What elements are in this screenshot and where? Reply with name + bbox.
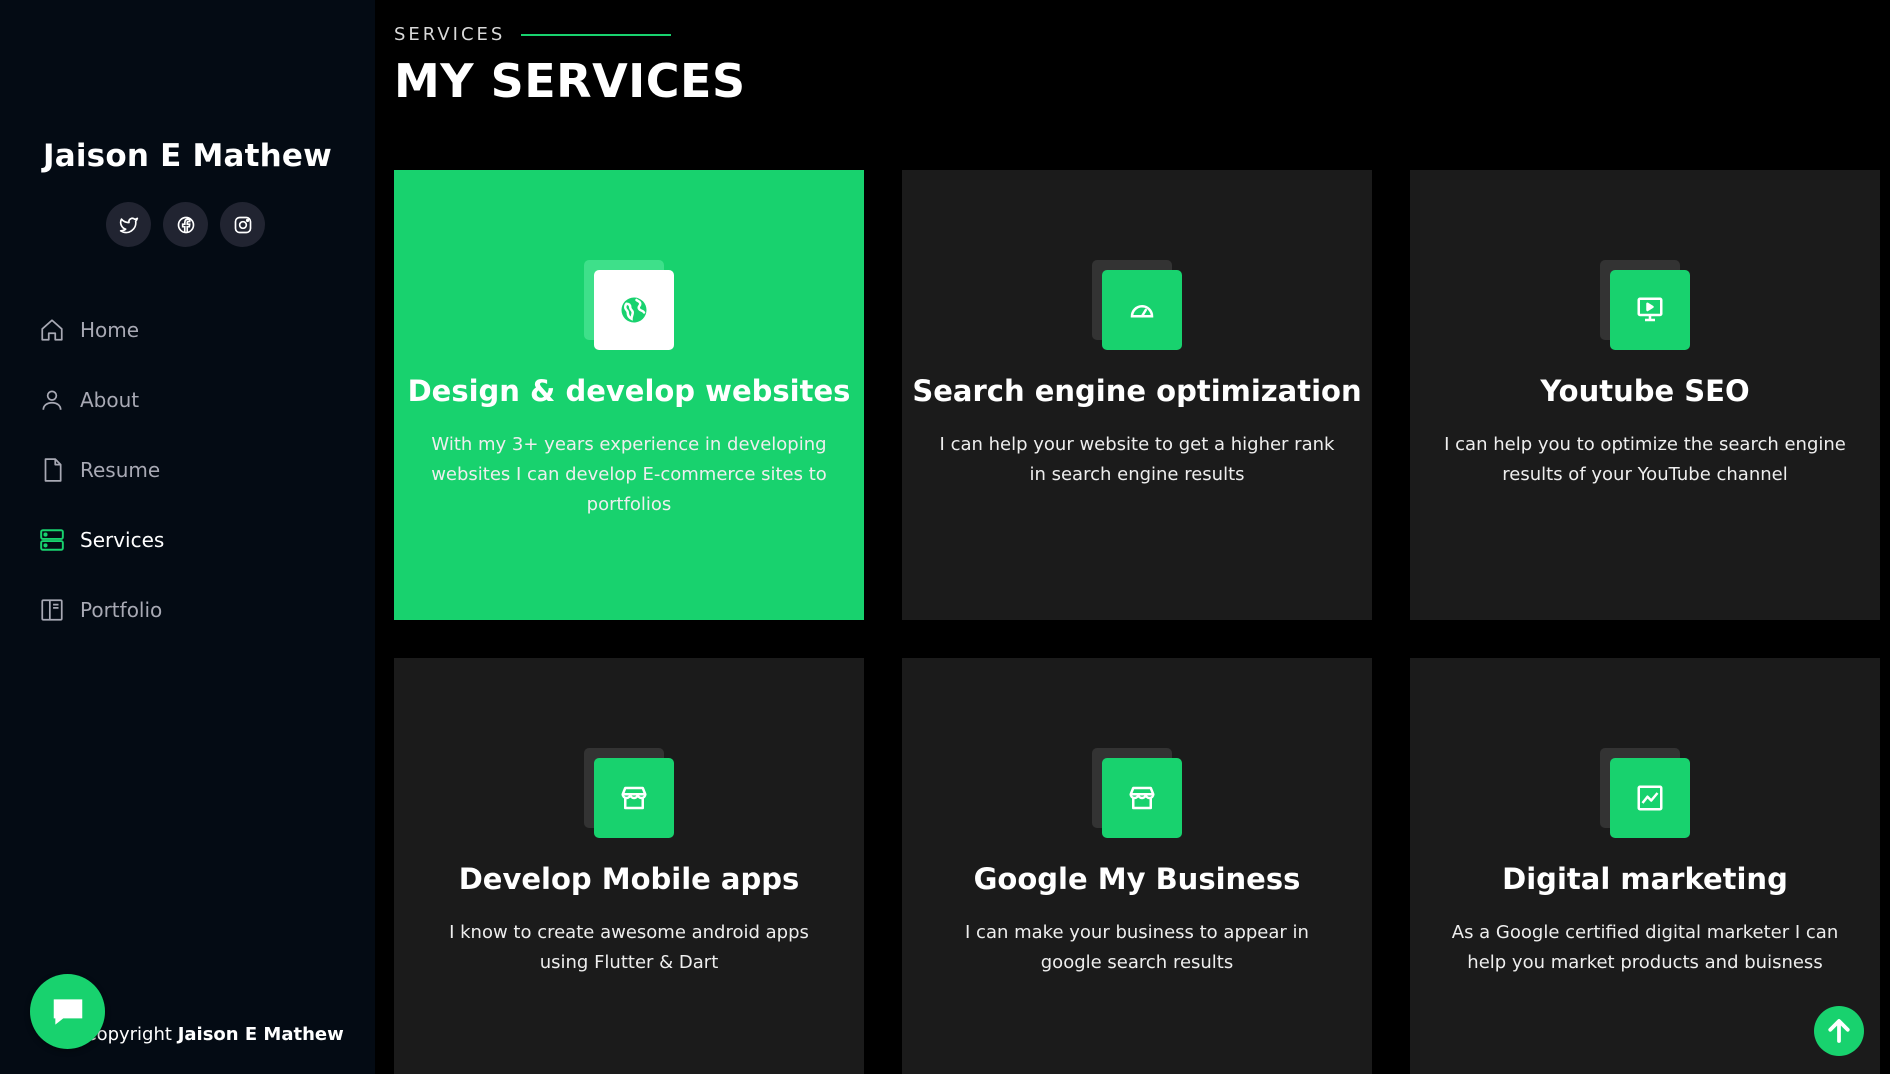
nav-label-home: Home <box>80 318 140 342</box>
service-description: I can make your business to appear in go… <box>965 922 1309 973</box>
nav-label-about: About <box>80 388 140 412</box>
site-name[interactable]: Jaison E Mathew <box>0 138 375 174</box>
service-title: Digital marketing <box>1502 862 1788 896</box>
file-icon <box>38 456 66 484</box>
service-icon-box <box>1600 748 1690 838</box>
service-icon-box <box>584 260 674 350</box>
server-icon <box>38 526 66 554</box>
shop-icon <box>621 786 647 810</box>
section-label: SERVICES <box>394 24 672 45</box>
nav-label-services: Services <box>80 528 165 552</box>
service-icon-box <box>584 748 674 838</box>
copyright-name: Jaison E Mathew <box>177 1024 344 1045</box>
nav-item-about[interactable]: About <box>38 365 338 435</box>
book-icon <box>38 596 66 624</box>
arrow-up-icon <box>1828 1019 1850 1043</box>
nav-menu: Home About Resume Services Portfolio <box>38 295 338 645</box>
display-icon <box>1637 297 1663 322</box>
service-title: Design & develop websites <box>407 374 851 408</box>
service-description: As a Google certified digital marketer I… <box>1451 922 1839 973</box>
service-description: With my 3+ years experience in developin… <box>431 434 827 515</box>
service-description: I can help your website to get a higher … <box>939 434 1335 485</box>
twitter-icon <box>119 217 138 233</box>
globe-icon <box>621 297 647 323</box>
instagram-link[interactable] <box>220 202 265 247</box>
nav-item-home[interactable]: Home <box>38 295 338 365</box>
shop-icon <box>1129 786 1155 810</box>
service-title: Youtube SEO <box>1540 374 1750 408</box>
section-label-line <box>521 33 672 36</box>
nav-label-portfolio: Portfolio <box>80 598 163 622</box>
service-card[interactable]: Develop Mobile apps I know to create awe… <box>394 658 864 1074</box>
copyright: Copyright Jaison E Mathew <box>84 1024 344 1045</box>
service-icon-box <box>1092 260 1182 350</box>
sidebar: Jaison E Mathew Home About Resume Servic… <box>0 0 375 1074</box>
service-card[interactable]: Google My Business I can make your busin… <box>902 658 1372 1074</box>
person-icon <box>38 386 66 414</box>
nav-item-services[interactable]: Services <box>38 505 338 575</box>
social-links <box>106 202 265 247</box>
graph-icon <box>1637 785 1663 811</box>
twitter-link[interactable] <box>106 202 151 247</box>
chat-button[interactable] <box>30 974 105 1049</box>
page-title: MY SERVICES <box>394 54 746 108</box>
speedometer-icon <box>1130 305 1154 318</box>
service-title: Develop Mobile apps <box>458 862 800 896</box>
section-label-text: SERVICES <box>394 24 506 45</box>
home-icon <box>38 316 66 344</box>
service-icon-box <box>1092 748 1182 838</box>
service-card[interactable]: Youtube SEO I can help you to optimize t… <box>1410 170 1880 620</box>
back-to-top-button[interactable] <box>1814 1006 1864 1056</box>
facebook-icon <box>177 216 194 233</box>
service-icon-box <box>1600 260 1690 350</box>
service-title: Google My Business <box>973 862 1301 896</box>
chat-icon <box>53 998 82 1025</box>
service-description: I can help you to optimize the search en… <box>1444 434 1846 485</box>
service-card[interactable]: Digital marketing As a Google certified … <box>1410 658 1880 1074</box>
nav-item-resume[interactable]: Resume <box>38 435 338 505</box>
service-title: Search engine optimization <box>912 374 1362 408</box>
service-description: I know to create awesome android apps us… <box>449 922 809 973</box>
nav-item-portfolio[interactable]: Portfolio <box>38 575 338 645</box>
service-card[interactable]: Design & develop websites With my 3+ yea… <box>394 170 864 620</box>
instagram-icon <box>234 216 251 233</box>
facebook-link[interactable] <box>163 202 208 247</box>
services-grid: Design & develop websites With my 3+ yea… <box>394 170 1880 1074</box>
nav-label-resume: Resume <box>80 458 161 482</box>
service-card[interactable]: Search engine optimization I can help yo… <box>902 170 1372 620</box>
